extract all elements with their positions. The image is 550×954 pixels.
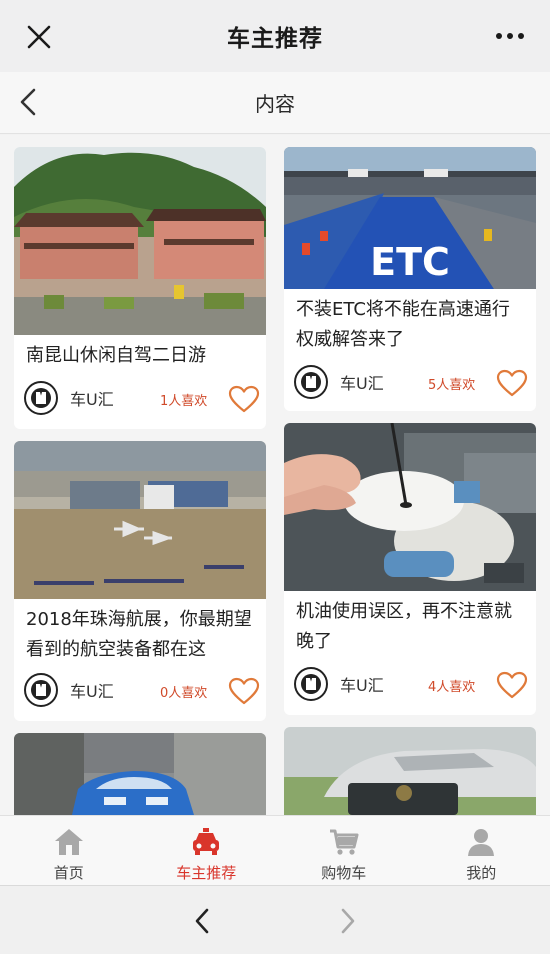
- author-avatar: [24, 381, 58, 415]
- article-card[interactable]: ETC 不装ETC将不能在高速通行 权威解答来了 车U汇 5人喜欢: [284, 147, 536, 411]
- likes-count: 4人喜欢: [428, 680, 476, 695]
- etc-road-text: ETC: [370, 240, 450, 284]
- back-chevron-icon[interactable]: [16, 87, 40, 117]
- content-header: 内容: [0, 72, 550, 134]
- home-icon: [54, 829, 83, 855]
- article-title: 机油使用误区，再不注意就晚了: [296, 601, 512, 652]
- tab-mine-label: 我的: [466, 864, 497, 882]
- likes-count: 5人喜欢: [428, 378, 476, 393]
- article-title: 不装ETC将不能在高速通行 权威解答来了: [296, 299, 510, 350]
- article-image-blue-car: [14, 733, 266, 815]
- nav-back-icon[interactable]: [190, 906, 214, 936]
- browser-nav-bar: [0, 885, 550, 954]
- author: 车U汇: [24, 381, 114, 415]
- article-card[interactable]: 2018年珠海航展，你最期望看到的航空装备都在这 车U汇 0人喜欢: [14, 441, 266, 721]
- article-image-silver-car-device: [284, 727, 536, 815]
- author: 车U汇: [294, 365, 384, 399]
- bottom-tab-bar: 首页 车主推荐 购物车 我的: [0, 815, 550, 885]
- article-image-airshow: [14, 441, 266, 599]
- heart-icon[interactable]: [228, 385, 260, 413]
- tab-home-label: 首页: [53, 864, 84, 882]
- article-title: 南昆山休闲自驾二日游: [26, 345, 206, 366]
- article-card[interactable]: 机油使用误区，再不注意就晚了 车U汇 4人喜欢: [284, 423, 536, 715]
- tab-cart-label: 购物车: [321, 864, 367, 882]
- more-icon[interactable]: [494, 26, 526, 46]
- tab-cart[interactable]: 购物车: [275, 816, 413, 885]
- likes-count: 1人喜欢: [160, 394, 208, 409]
- article-card[interactable]: [14, 733, 266, 815]
- author-avatar: [294, 365, 328, 399]
- article-card[interactable]: 南昆山休闲自驾二日游 车U汇 1人喜欢: [14, 147, 266, 429]
- author-avatar: [24, 673, 58, 707]
- article-card[interactable]: [284, 727, 536, 815]
- author-avatar: [294, 667, 328, 701]
- article-image-etc-toll: ETC: [284, 147, 536, 289]
- heart-icon[interactable]: [496, 671, 528, 699]
- author: 车U汇: [294, 667, 384, 701]
- author: 车U汇: [24, 673, 114, 707]
- article-title: 2018年珠海航展，你最期望看到的航空装备都在这: [26, 609, 252, 660]
- car-icon: [193, 828, 220, 855]
- tab-car-owner-recommend-label: 车主推荐: [176, 864, 237, 882]
- author-name: 车U汇: [70, 682, 114, 701]
- likes-count: 0人喜欢: [160, 686, 208, 701]
- content-feed[interactable]: 南昆山休闲自驾二日游 车U汇 1人喜欢 ETC 不装ETC将不能在高速通行 权威…: [0, 135, 550, 815]
- author-name: 车U汇: [70, 390, 114, 409]
- heart-icon[interactable]: [228, 677, 260, 705]
- author-name: 车U汇: [340, 374, 384, 393]
- section-title: 内容: [255, 92, 295, 116]
- article-image-mountain-village: [14, 147, 266, 335]
- page-title: 车主推荐: [227, 26, 323, 52]
- app-header: 车主推荐: [0, 0, 550, 72]
- author-name: 车U汇: [340, 676, 384, 695]
- user-icon: [468, 829, 495, 856]
- nav-forward-icon[interactable]: [336, 906, 360, 936]
- article-image-engine-oil: [284, 423, 536, 591]
- close-icon[interactable]: [26, 24, 52, 50]
- cart-icon: [329, 829, 359, 855]
- tab-car-owner-recommend[interactable]: 车主推荐: [138, 816, 276, 885]
- tab-home[interactable]: 首页: [0, 816, 138, 885]
- heart-icon[interactable]: [496, 369, 528, 397]
- tab-mine[interactable]: 我的: [413, 816, 550, 885]
